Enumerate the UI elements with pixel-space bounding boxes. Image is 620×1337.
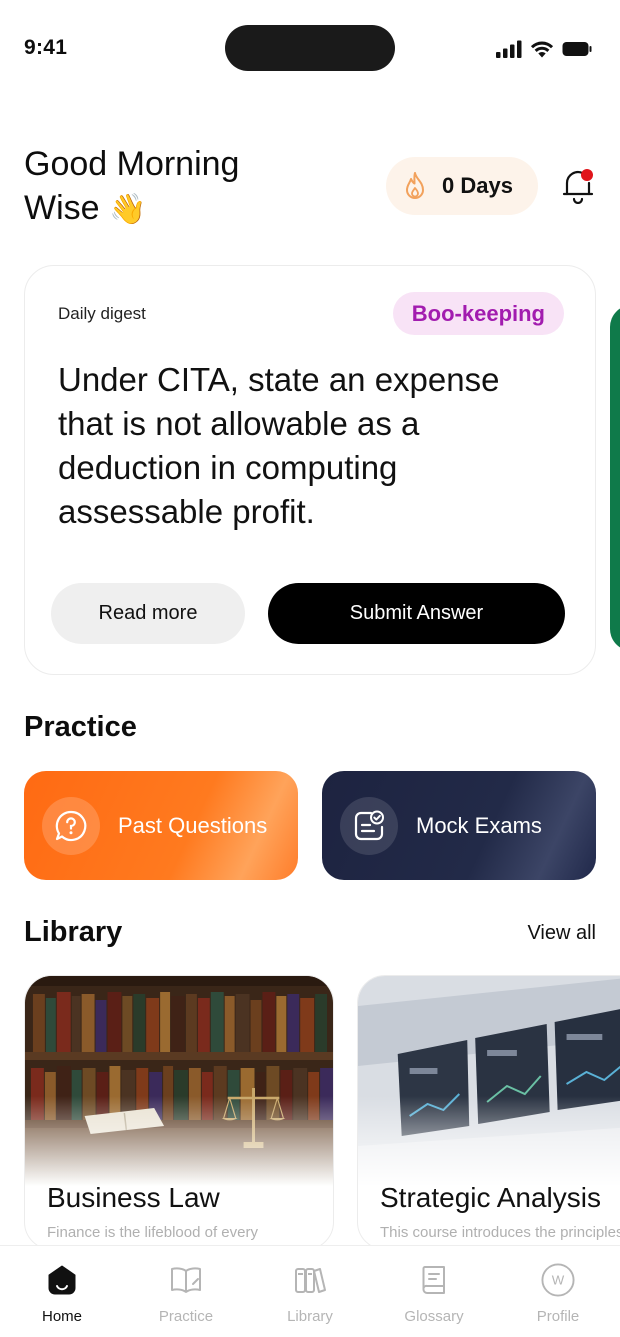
- tab-profile[interactable]: W Profile: [496, 1246, 620, 1337]
- notification-bell-icon[interactable]: [561, 166, 595, 204]
- tab-practice-label: Practice: [158, 1308, 214, 1325]
- greeting-line-1: Good Morning: [24, 145, 240, 183]
- user-name: Wise: [24, 189, 100, 227]
- glossary-book-icon: [417, 1263, 451, 1297]
- avatar-letter: W: [552, 1273, 565, 1288]
- signal-icon: [496, 40, 522, 58]
- next-digest-card-peek[interactable]: [610, 305, 620, 651]
- books-icon: [293, 1263, 327, 1297]
- library-section-title: Library: [24, 916, 123, 948]
- tab-glossary[interactable]: Glossary: [372, 1246, 496, 1337]
- streak-pill[interactable]: 0 Days: [386, 157, 538, 215]
- library-card-title: Strategic Analysis: [380, 1182, 601, 1213]
- read-more-button[interactable]: Read more: [51, 583, 245, 644]
- library-card-title: Business Law: [47, 1182, 220, 1213]
- open-book-icon: [169, 1263, 203, 1297]
- past-questions-card[interactable]: Past Questions: [24, 771, 298, 880]
- mock-exams-label: Mock Exams: [416, 812, 542, 838]
- tab-home-label: Home: [41, 1308, 82, 1325]
- mock-exams-icon-wrap: [340, 796, 398, 855]
- tab-home[interactable]: Home: [0, 1246, 124, 1337]
- tab-practice[interactable]: Practice: [124, 1246, 248, 1337]
- tab-library-label: Library: [287, 1308, 333, 1325]
- status-bar: 9:41: [0, 0, 620, 96]
- greeting: Good Morning Wise 👋: [24, 142, 239, 232]
- bottom-tab-bar: Home Practice Library Glossary W Profile: [0, 1245, 620, 1337]
- tab-profile-label: Profile: [536, 1308, 580, 1325]
- digest-label: Daily digest: [58, 304, 146, 323]
- flame-icon: [406, 172, 424, 199]
- exam-checklist-icon: [354, 810, 384, 840]
- wifi-icon: [530, 41, 554, 58]
- battery-icon: [562, 42, 592, 56]
- home-icon: [45, 1263, 79, 1297]
- tab-glossary-label: Glossary: [404, 1308, 464, 1325]
- status-time: 9:41: [24, 36, 68, 59]
- digest-question: Under CITA, state an expense that is not…: [58, 361, 500, 530]
- daily-digest-card[interactable]: Daily digest Boo-keeping Under CITA, sta…: [24, 265, 596, 675]
- library-card-business-law[interactable]: Business Law Finance is the lifeblood of…: [24, 975, 334, 1250]
- image-fade: [358, 1096, 620, 1191]
- wave-emoji: 👋: [109, 193, 147, 226]
- library-card-description: Finance is the lifeblood of every: [47, 1224, 258, 1241]
- mock-exams-card[interactable]: Mock Exams: [322, 771, 596, 880]
- view-all-link[interactable]: View all: [527, 922, 596, 945]
- profile-avatar-icon: W: [541, 1263, 575, 1297]
- tab-library[interactable]: Library: [248, 1246, 372, 1337]
- library-card-description: This course introduces the principles: [380, 1224, 620, 1241]
- submit-answer-button[interactable]: Submit Answer: [268, 583, 565, 644]
- past-questions-label: Past Questions: [118, 812, 268, 838]
- subject-tag: Boo-keeping: [392, 292, 564, 335]
- library-card-strategic-analysis[interactable]: Strategic Analysis This course introduce…: [357, 975, 620, 1250]
- notification-badge: [581, 169, 593, 181]
- status-icons: [496, 39, 592, 59]
- image-fade: [25, 1096, 333, 1191]
- greeting-line-2: Wise 👋: [24, 186, 239, 232]
- practice-section-title: Practice: [24, 711, 137, 743]
- question-bubble-icon: [55, 810, 87, 841]
- dynamic-island: [225, 25, 395, 71]
- past-questions-icon-wrap: [42, 796, 100, 855]
- streak-label: 0 Days: [442, 173, 513, 198]
